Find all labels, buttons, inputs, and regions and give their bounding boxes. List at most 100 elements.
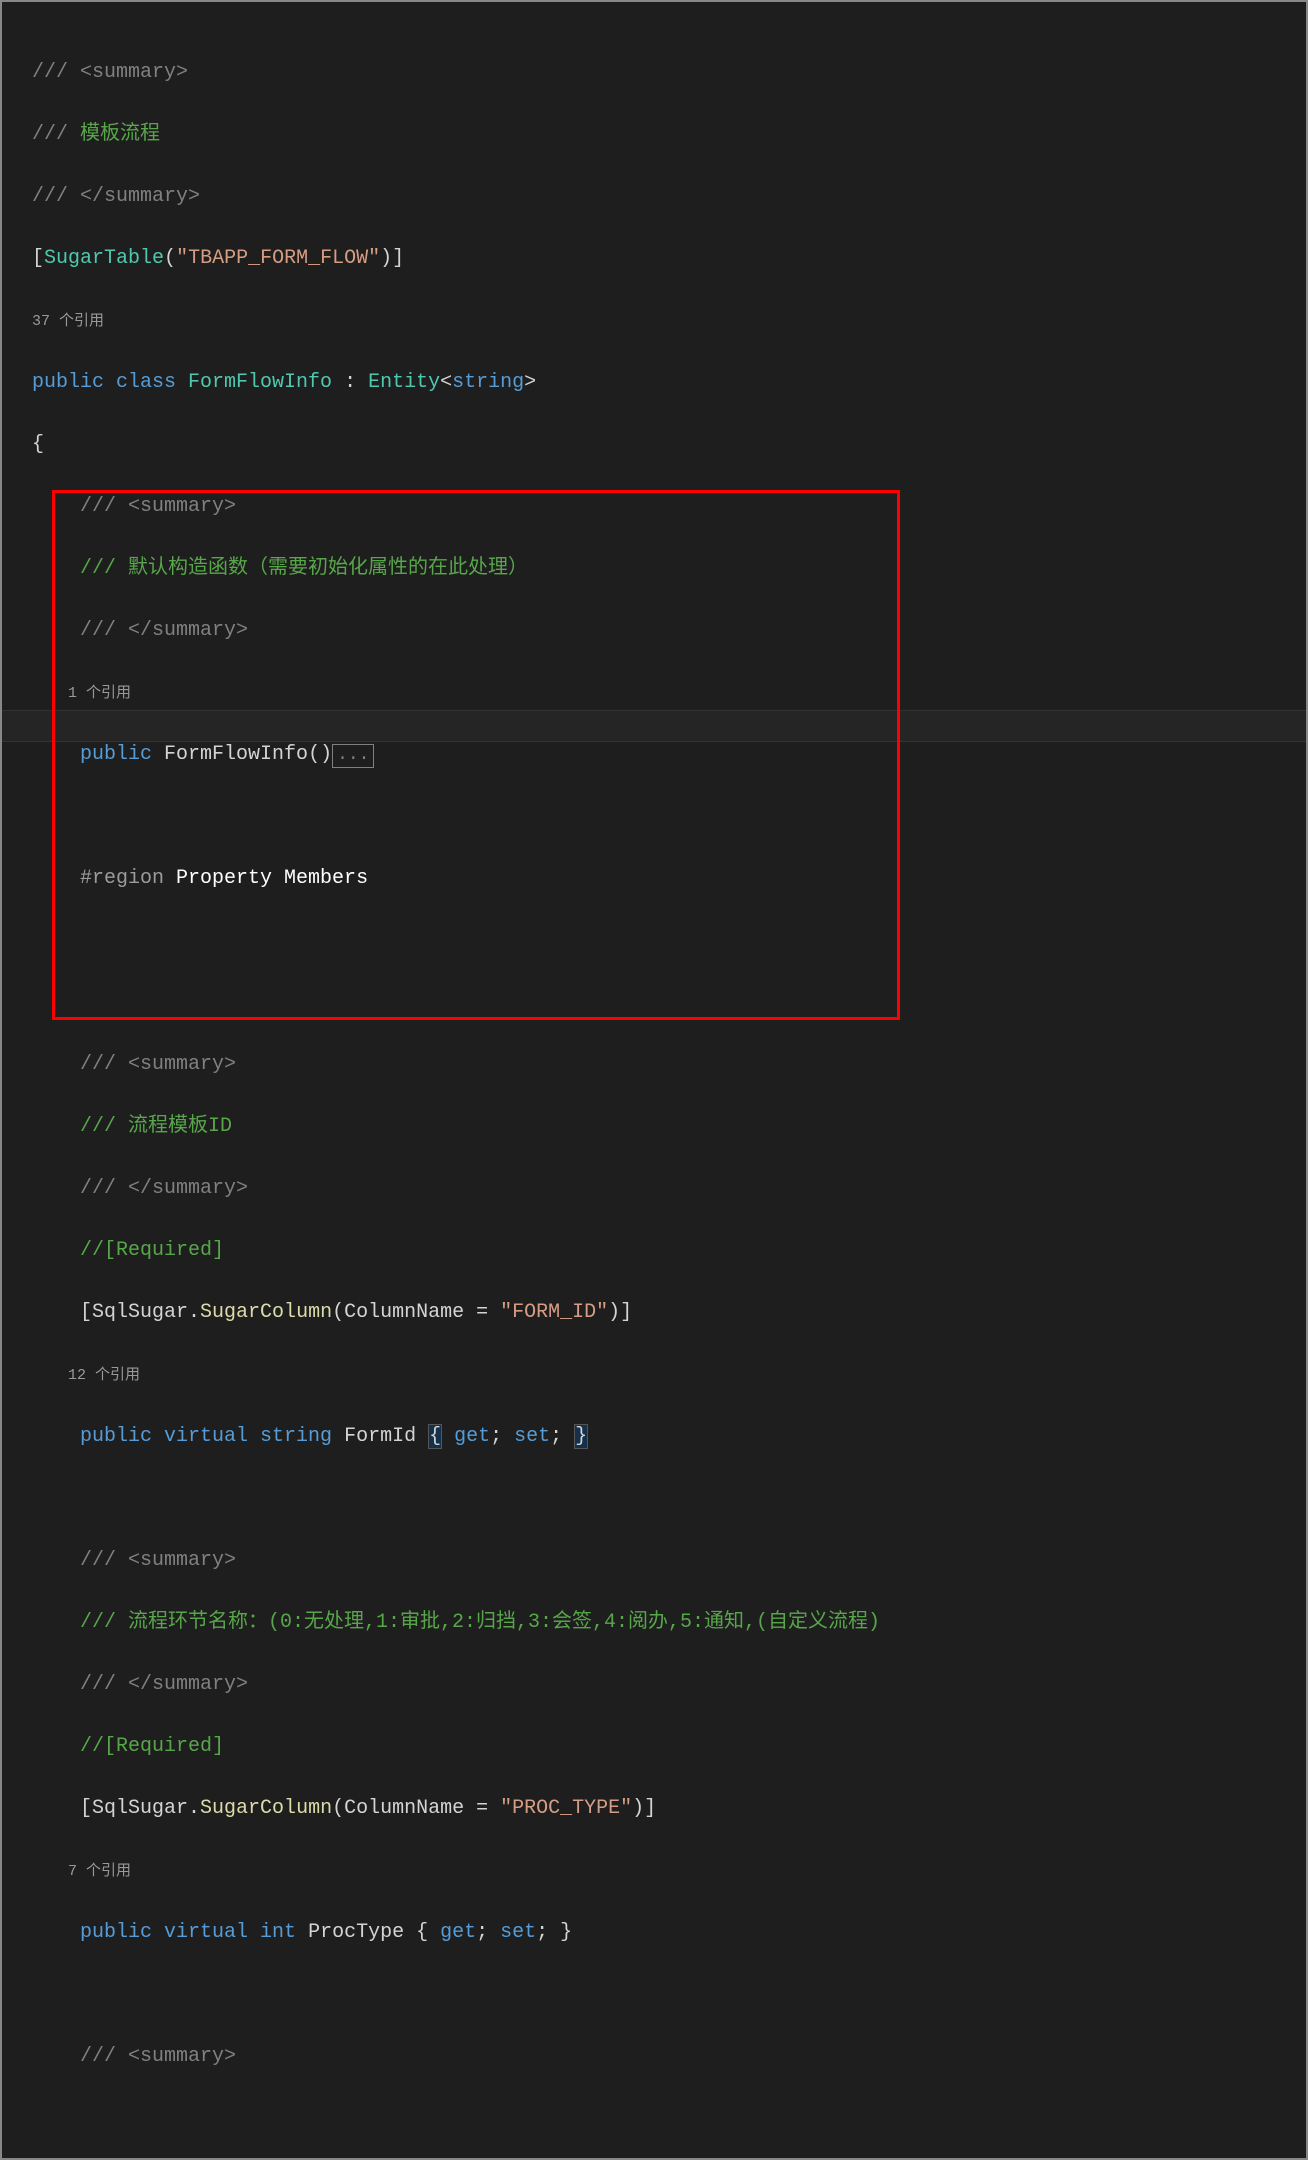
fold-collapsed-icon[interactable]: ... [332, 744, 374, 768]
string-literal: "PROC_TYPE" [500, 1797, 632, 1820]
class-name: FormFlowInfo [176, 371, 332, 394]
code-area[interactable]: /// <summary> /// 模板流程 /// </summary> [S… [2, 2, 1306, 2158]
code-line[interactable]: { [32, 429, 1306, 460]
code-line[interactable]: [SqlSugar.SugarColumn(ColumnName = "PROC… [32, 1793, 1306, 1824]
code-line[interactable] [32, 801, 1306, 832]
code-line[interactable]: /// <summary> [32, 491, 1306, 522]
code-line[interactable]: /// 流程模板ID [32, 1111, 1306, 1142]
string-literal: "TBAPP_FORM_FLOW" [176, 247, 380, 270]
namespace: SqlSugar [92, 1301, 188, 1324]
namespace: SqlSugar [92, 1797, 188, 1820]
keyword: get [442, 1425, 490, 1448]
region-label: Property Members [164, 867, 368, 890]
code-line[interactable] [32, 925, 1306, 956]
code-line[interactable]: /// <summary> [32, 1049, 1306, 1080]
comment: //[Required] [32, 1239, 224, 1262]
paren: )] [632, 1797, 656, 1820]
keyword: public [32, 1921, 152, 1944]
xml-doc: /// <summary> [32, 495, 236, 518]
punct: : [332, 371, 368, 394]
region-keyword: #region [32, 867, 164, 890]
keyword: public [32, 371, 104, 394]
code-line[interactable]: //[Required] [32, 1235, 1306, 1266]
keyword: set [488, 1921, 536, 1944]
keyword: int [248, 1921, 296, 1944]
keyword: virtual [152, 1921, 248, 1944]
paren: )] [380, 247, 404, 270]
brace: { [32, 433, 44, 456]
codelens-line[interactable]: 12 个引用 [32, 1359, 1306, 1390]
paren: )] [608, 1301, 632, 1324]
angle: > [524, 371, 536, 394]
comment: //[Required] [32, 1735, 224, 1758]
keyword: string [452, 371, 524, 394]
attribute-type: SugarColumn [200, 1301, 332, 1324]
xml-doc: /// <summary> [32, 2045, 236, 2068]
code-line[interactable]: public FormFlowInfo()... [32, 739, 1306, 770]
codelens-line[interactable]: 37 个引用 [32, 305, 1306, 336]
references-codelens[interactable]: 1 个引用 [32, 682, 131, 705]
keyword: class [104, 371, 176, 394]
dot: . [188, 1797, 200, 1820]
punct: ; } [536, 1921, 572, 1944]
code-line[interactable]: [SugarTable("TBAPP_FORM_FLOW")] [32, 243, 1306, 274]
references-codelens[interactable]: 12 个引用 [32, 1364, 140, 1387]
property-name: ProcType { [296, 1921, 440, 1944]
code-line[interactable]: public class FormFlowInfo : Entity<strin… [32, 367, 1306, 398]
xml-doc: /// </summary> [32, 185, 200, 208]
codelens-line[interactable]: 7 个引用 [32, 1855, 1306, 1886]
references-codelens[interactable]: 37 个引用 [32, 310, 104, 333]
xml-doc: /// </summary> [32, 619, 248, 642]
keyword: get [440, 1921, 476, 1944]
code-editor[interactable]: /// <summary> /// 模板流程 /// </summary> [S… [0, 0, 1308, 2160]
code-line[interactable]: /// </summary> [32, 1669, 1306, 1700]
bracket: [ [32, 1301, 92, 1324]
code-line[interactable]: public virtual string FormId { get; set;… [32, 1421, 1306, 1452]
code-line[interactable]: /// 流程环节名称：(0:无处理,1:审批,2:归挡,3:会签,4:阅办,5:… [32, 1607, 1306, 1638]
comment-text: /// 流程环节名称：(0:无处理,1:审批,2:归挡,3:会签,4:阅办,5:… [32, 1611, 880, 1634]
keyword: virtual [152, 1425, 248, 1448]
angle: < [440, 371, 452, 394]
paren: (ColumnName = [332, 1797, 500, 1820]
brace-match: { [428, 1424, 442, 1449]
code-line[interactable]: /// <summary> [32, 57, 1306, 88]
xml-doc: /// </summary> [32, 1177, 248, 1200]
code-line[interactable]: /// <summary> [32, 1545, 1306, 1576]
paren: () [308, 743, 332, 766]
code-line[interactable]: /// 默认构造函数（需要初始化属性的在此处理） [32, 553, 1306, 584]
references-codelens[interactable]: 7 个引用 [32, 1860, 131, 1883]
base-class: Entity [368, 371, 440, 394]
keyword: string [248, 1425, 332, 1448]
xml-doc: /// <summary> [32, 61, 188, 84]
attribute-type: SugarTable [44, 247, 164, 270]
code-line[interactable]: /// 模板流程 [32, 119, 1306, 150]
xml-doc: /// <summary> [32, 1053, 236, 1076]
ctor-name: FormFlowInfo [152, 743, 308, 766]
string-literal: "FORM_ID" [500, 1301, 608, 1324]
codelens-line[interactable]: 1 个引用 [32, 677, 1306, 708]
code-line[interactable]: [SqlSugar.SugarColumn(ColumnName = "FORM… [32, 1297, 1306, 1328]
punct: ; [550, 1425, 574, 1448]
dot: . [188, 1301, 200, 1324]
code-line[interactable]: /// </summary> [32, 615, 1306, 646]
brace-match: } [574, 1424, 588, 1449]
code-line[interactable] [32, 987, 1306, 1018]
comment-text: /// 默认构造函数（需要初始化属性的在此处理） [32, 557, 528, 580]
paren: ( [164, 247, 176, 270]
keyword: public [32, 1425, 152, 1448]
paren: (ColumnName = [332, 1301, 500, 1324]
code-line[interactable]: public virtual int ProcType { get; set; … [32, 1917, 1306, 1948]
code-line[interactable] [32, 1979, 1306, 2010]
punct: ; [490, 1425, 502, 1448]
code-line[interactable]: /// </summary> [32, 181, 1306, 212]
comment-text: /// 流程模板ID [32, 1115, 232, 1138]
bracket: [ [32, 1797, 92, 1820]
code-line[interactable]: /// </summary> [32, 1173, 1306, 1204]
code-line[interactable] [32, 1483, 1306, 1514]
code-line[interactable]: #region Property Members [32, 863, 1306, 894]
code-line[interactable]: /// <summary> [32, 2041, 1306, 2072]
xml-doc: /// </summary> [32, 1673, 248, 1696]
xml-doc: /// [32, 123, 80, 146]
code-line[interactable]: //[Required] [32, 1731, 1306, 1762]
keyword: public [32, 743, 152, 766]
